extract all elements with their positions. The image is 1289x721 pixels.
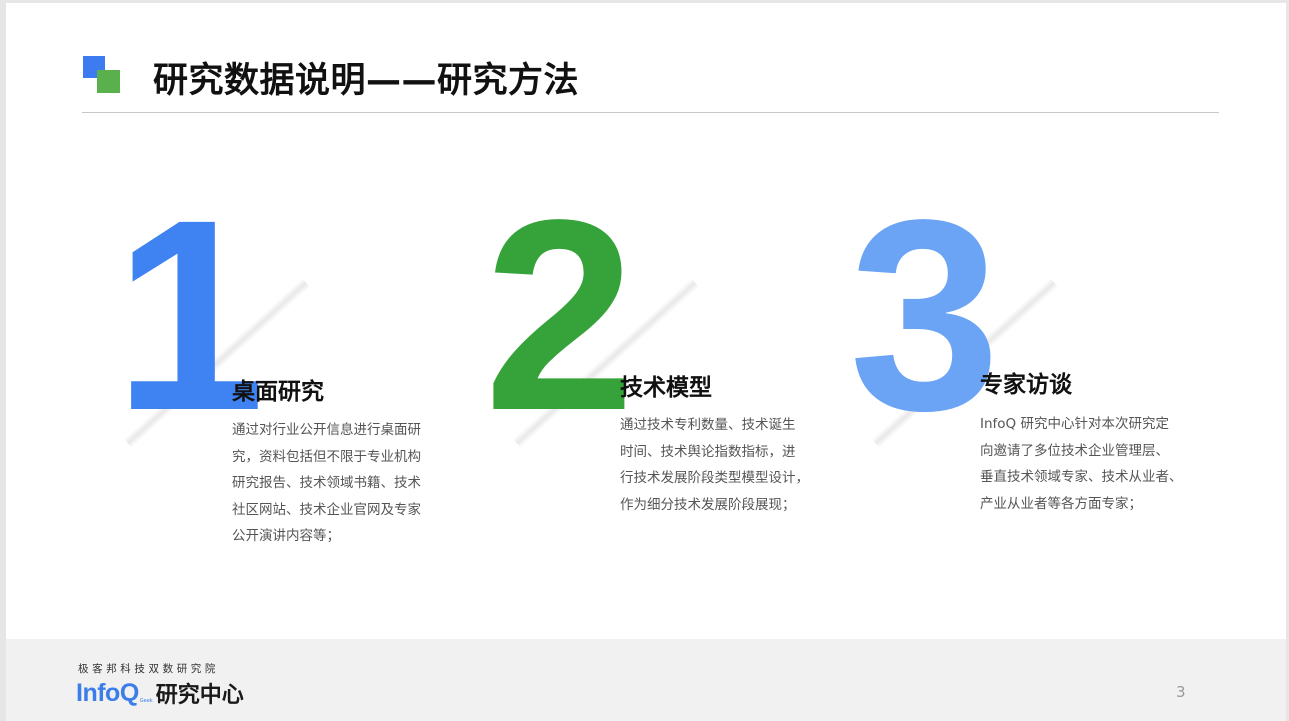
- body-line: 通过技术专利数量、技术诞生: [620, 417, 796, 433]
- page-number: 3: [1176, 683, 1186, 701]
- section-heading-3: 专家访谈: [980, 372, 1072, 398]
- body-line: 产业从业者等各方面专家；: [980, 495, 1142, 512]
- title-squares-icon: [83, 56, 121, 96]
- logo-tiny: Geek: [139, 698, 153, 704]
- title-divider: [82, 112, 1219, 113]
- body-line: InfoQ 研究中心针对本次研究定: [980, 416, 1169, 432]
- section-heading-1: 桌面研究: [232, 379, 324, 405]
- numeral-2: 2: [484, 163, 635, 467]
- section-heading-2: 技术模型: [620, 375, 712, 401]
- body-line: 社区网站、技术企业官网及专家: [232, 501, 421, 518]
- body-line: 向邀请了多位技术企业管理层、: [980, 442, 1169, 459]
- numeral-1: 1: [114, 163, 265, 467]
- numeral-3: 3: [849, 163, 1000, 467]
- section-body-2: 通过技术专利数量、技术诞生 时间、技术舆论指数指标，进 行技术发展阶段类型模型设…: [620, 412, 860, 518]
- footer: 极客邦科技双数研究院 InfoQGeek 研究中心 3: [6, 639, 1286, 721]
- body-line: 究，资料包括但不限于专业机构: [232, 448, 421, 465]
- logo-brand: InfoQ: [76, 678, 139, 707]
- body-line: 行技术发展阶段类型模型设计，: [620, 470, 809, 486]
- green-square: [97, 70, 120, 93]
- logo-center: 研究中心: [155, 683, 244, 708]
- body-line: 作为细分技术发展阶段展现；: [620, 496, 796, 513]
- page-title: 研究数据说明——研究方法: [153, 61, 580, 101]
- section-body-1: 通过对行业公开信息进行桌面研 究，资料包括但不限于专业机构 研究报告、技术领域书…: [232, 417, 472, 550]
- infoq-logo: InfoQGeek 研究中心: [76, 677, 244, 709]
- slide: 研究数据说明——研究方法 1 桌面研究 通过对行业公开信息进行桌面研 究，资料包…: [6, 3, 1286, 721]
- body-line: 时间、技术舆论指数指标，进: [620, 443, 796, 460]
- section-body-3: InfoQ 研究中心针对本次研究定 向邀请了多位技术企业管理层、 垂直技术领域专…: [980, 411, 1230, 517]
- org-name: 极客邦科技双数研究院: [78, 663, 219, 675]
- body-line: 研究报告、技术领域书籍、技术: [232, 475, 421, 491]
- body-line: 公开演讲内容等；: [232, 528, 340, 544]
- body-line: 通过对行业公开信息进行桌面研: [232, 422, 421, 438]
- body-line: 垂直技术领域专家、技术从业者、: [980, 469, 1183, 485]
